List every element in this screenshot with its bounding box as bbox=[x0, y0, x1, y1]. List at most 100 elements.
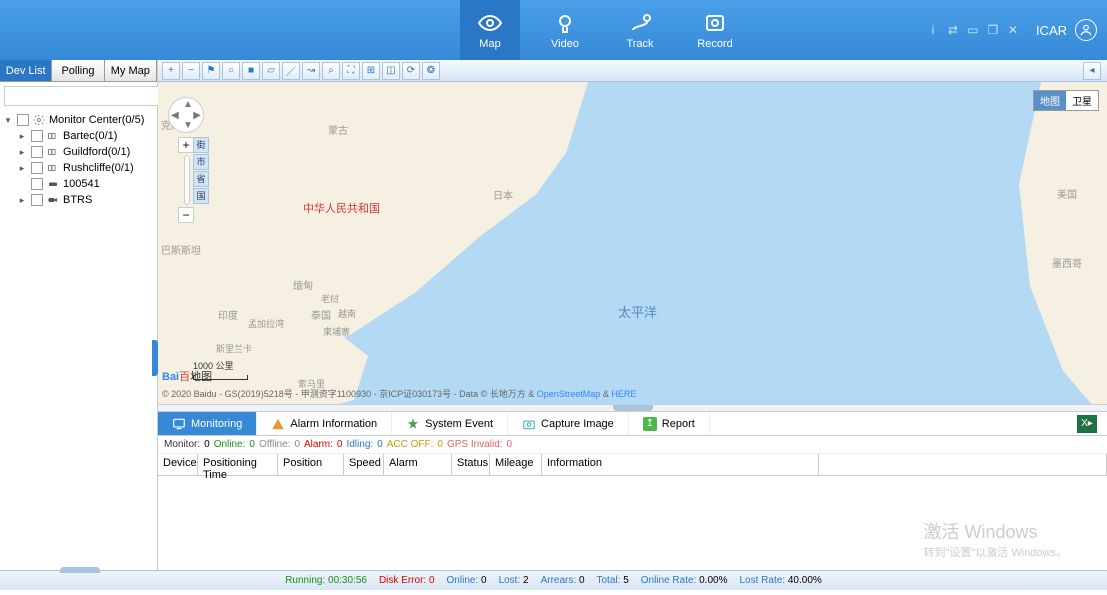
line-icon[interactable]: ／ bbox=[282, 62, 300, 80]
map-type-map[interactable]: 地图 bbox=[1034, 91, 1066, 110]
device-icon bbox=[46, 178, 60, 190]
bp-tab-label: Monitoring bbox=[191, 418, 242, 430]
nav-record[interactable]: Record bbox=[685, 0, 745, 60]
collapse-icon[interactable]: ◂ bbox=[1083, 62, 1101, 80]
map-label: 巴斯斯坦 bbox=[161, 242, 201, 257]
map-label: 斯里兰卡 bbox=[216, 342, 252, 355]
user-avatar-icon[interactable] bbox=[1075, 19, 1097, 41]
osm-link[interactable]: OpenStreetMap bbox=[537, 389, 601, 399]
tab-my-map[interactable]: My Map bbox=[105, 60, 157, 81]
col-alarm[interactable]: Alarm bbox=[384, 454, 452, 475]
maximize-icon[interactable]: ❐ bbox=[986, 23, 1000, 37]
polygon-icon[interactable]: ▱ bbox=[262, 62, 280, 80]
panel-divider[interactable] bbox=[158, 404, 1107, 412]
nav-track[interactable]: Track bbox=[610, 0, 670, 60]
refresh-icon[interactable]: ⟳ bbox=[402, 62, 420, 80]
flag-icon[interactable]: ⚑ bbox=[202, 62, 220, 80]
nav-map-label: Map bbox=[479, 38, 500, 50]
fullscreen-icon[interactable]: ⛶ bbox=[342, 62, 360, 80]
tree-item-rushcliffe[interactable]: ▸Rushcliffe(0/1) bbox=[2, 160, 155, 176]
zoom-level-province[interactable]: 省 bbox=[193, 171, 209, 187]
nav-map[interactable]: Map bbox=[460, 0, 520, 60]
map-type-satellite[interactable]: 卫星 bbox=[1066, 91, 1098, 110]
tree-root-label: Monitor Center(0/5) bbox=[49, 114, 144, 126]
bottom-collapse-handle[interactable] bbox=[60, 567, 100, 573]
zoom-level-city[interactable]: 市 bbox=[193, 154, 209, 170]
tab-dev-list[interactable]: Dev List bbox=[0, 60, 52, 81]
col-device[interactable]: Device bbox=[158, 454, 198, 475]
globe-icon[interactable]: ❂ bbox=[422, 62, 440, 80]
close-icon[interactable]: ✕ bbox=[1006, 23, 1020, 37]
nav-video[interactable]: Video bbox=[535, 0, 595, 60]
sidebar-collapse-handle[interactable] bbox=[152, 340, 158, 376]
sidebar: Dev List Polling My Map ▾Monitor Center(… bbox=[0, 60, 158, 570]
zoom-out-button[interactable]: − bbox=[178, 207, 194, 223]
group-icon bbox=[46, 146, 60, 158]
status-bar: Running: 00:30:56 Disk Error: 0 Online: … bbox=[0, 570, 1107, 590]
tree-label: Rushcliffe(0/1) bbox=[63, 162, 134, 174]
divider-handle-icon[interactable] bbox=[613, 405, 653, 411]
nav-record-label: Record bbox=[697, 38, 732, 50]
tree-root[interactable]: ▾Monitor Center(0/5) bbox=[2, 112, 155, 128]
circle-icon[interactable]: ○ bbox=[222, 62, 240, 80]
tree-item-guildford[interactable]: ▸Guildford(0/1) bbox=[2, 144, 155, 160]
checkbox[interactable] bbox=[31, 146, 43, 158]
map-canvas[interactable]: 蒙古 克斯坦 巴斯斯坦 中华人民共和国 日本 印度 孟加拉湾 缅甸 老挝 泰国 … bbox=[158, 82, 1107, 404]
checkbox[interactable] bbox=[31, 162, 43, 174]
bp-tab-monitoring[interactable]: Monitoring bbox=[158, 412, 257, 435]
tree-item-btrs[interactable]: ▸BTRS bbox=[2, 192, 155, 208]
swap-icon[interactable]: ⇄ bbox=[946, 23, 960, 37]
map-type-toggle: 地图 卫星 bbox=[1033, 90, 1099, 111]
tree-item-bartec[interactable]: ▸Bartec(0/1) bbox=[2, 128, 155, 144]
app-header: Map Video Track Record i ⇄ ▭ ❐ ✕ ICAR bbox=[0, 0, 1107, 60]
checkbox[interactable] bbox=[31, 194, 43, 206]
col-speed[interactable]: Speed bbox=[344, 454, 384, 475]
camera-icon bbox=[553, 11, 577, 35]
map-label: 印度 bbox=[218, 307, 238, 322]
layers-icon[interactable]: ◫ bbox=[382, 62, 400, 80]
here-link[interactable]: HERE bbox=[611, 389, 636, 399]
zoom-level-country[interactable]: 国 bbox=[193, 188, 209, 204]
map-scale: 1000 公里 bbox=[193, 359, 248, 382]
grid-icon[interactable]: ⊞ bbox=[362, 62, 380, 80]
col-position[interactable]: Position bbox=[278, 454, 344, 475]
map-label: 老挝 bbox=[321, 292, 339, 305]
map-label: 缅甸 bbox=[293, 277, 313, 292]
table-header: Device Positioning Time Position Speed A… bbox=[158, 454, 1107, 476]
tree-item-100541[interactable]: 100541 bbox=[2, 176, 155, 192]
zoom-in-icon[interactable]: + bbox=[162, 62, 180, 80]
path-icon[interactable]: ↝ bbox=[302, 62, 320, 80]
checkbox[interactable] bbox=[31, 130, 43, 142]
col-status[interactable]: Status bbox=[452, 454, 490, 475]
info-icon[interactable]: i bbox=[926, 23, 940, 37]
bp-tab-label: System Event bbox=[425, 418, 493, 430]
minimize-icon[interactable]: ▭ bbox=[966, 23, 980, 37]
bp-tab-system-event[interactable]: System Event bbox=[392, 412, 508, 435]
nav-track-label: Track bbox=[626, 38, 653, 50]
map-copyright: © 2020 Baidu - GS(2019)5218号 - 甲测资字11009… bbox=[162, 387, 636, 400]
map-label: 蒙古 bbox=[328, 122, 348, 137]
zoom-out-icon[interactable]: − bbox=[182, 62, 200, 80]
zoom-in-button[interactable]: + bbox=[178, 137, 194, 153]
checkbox[interactable] bbox=[31, 178, 43, 190]
area-zoom-icon[interactable]: ⌕ bbox=[322, 62, 340, 80]
col-information[interactable]: Information bbox=[542, 454, 819, 475]
checkbox[interactable] bbox=[17, 114, 29, 126]
monitor-summary: Monitor:0 Online:0 Offline:0 Alarm:0 Idl… bbox=[158, 436, 1107, 454]
search-input[interactable] bbox=[4, 86, 166, 106]
map-label: 中华人民共和国 bbox=[303, 200, 380, 216]
bp-tab-capture[interactable]: Capture Image bbox=[508, 412, 629, 435]
tab-polling[interactable]: Polling bbox=[52, 60, 104, 81]
gear-icon bbox=[32, 114, 46, 126]
col-positioning-time[interactable]: Positioning Time bbox=[198, 454, 278, 475]
bp-tab-label: Report bbox=[662, 418, 695, 430]
col-mileage[interactable]: Mileage bbox=[490, 454, 542, 475]
map-label: 美国 bbox=[1057, 186, 1077, 201]
bp-tab-alarm[interactable]: Alarm Information bbox=[257, 412, 392, 435]
square-icon[interactable]: ■ bbox=[242, 62, 260, 80]
export-icon: ↥ bbox=[643, 417, 657, 431]
excel-export-button[interactable]: X▸ bbox=[1077, 415, 1097, 433]
zoom-level-street[interactable]: 街 bbox=[193, 137, 209, 153]
pan-control[interactable]: ▲▼◀▶ bbox=[168, 97, 204, 133]
bp-tab-report[interactable]: ↥ Report bbox=[629, 412, 710, 435]
